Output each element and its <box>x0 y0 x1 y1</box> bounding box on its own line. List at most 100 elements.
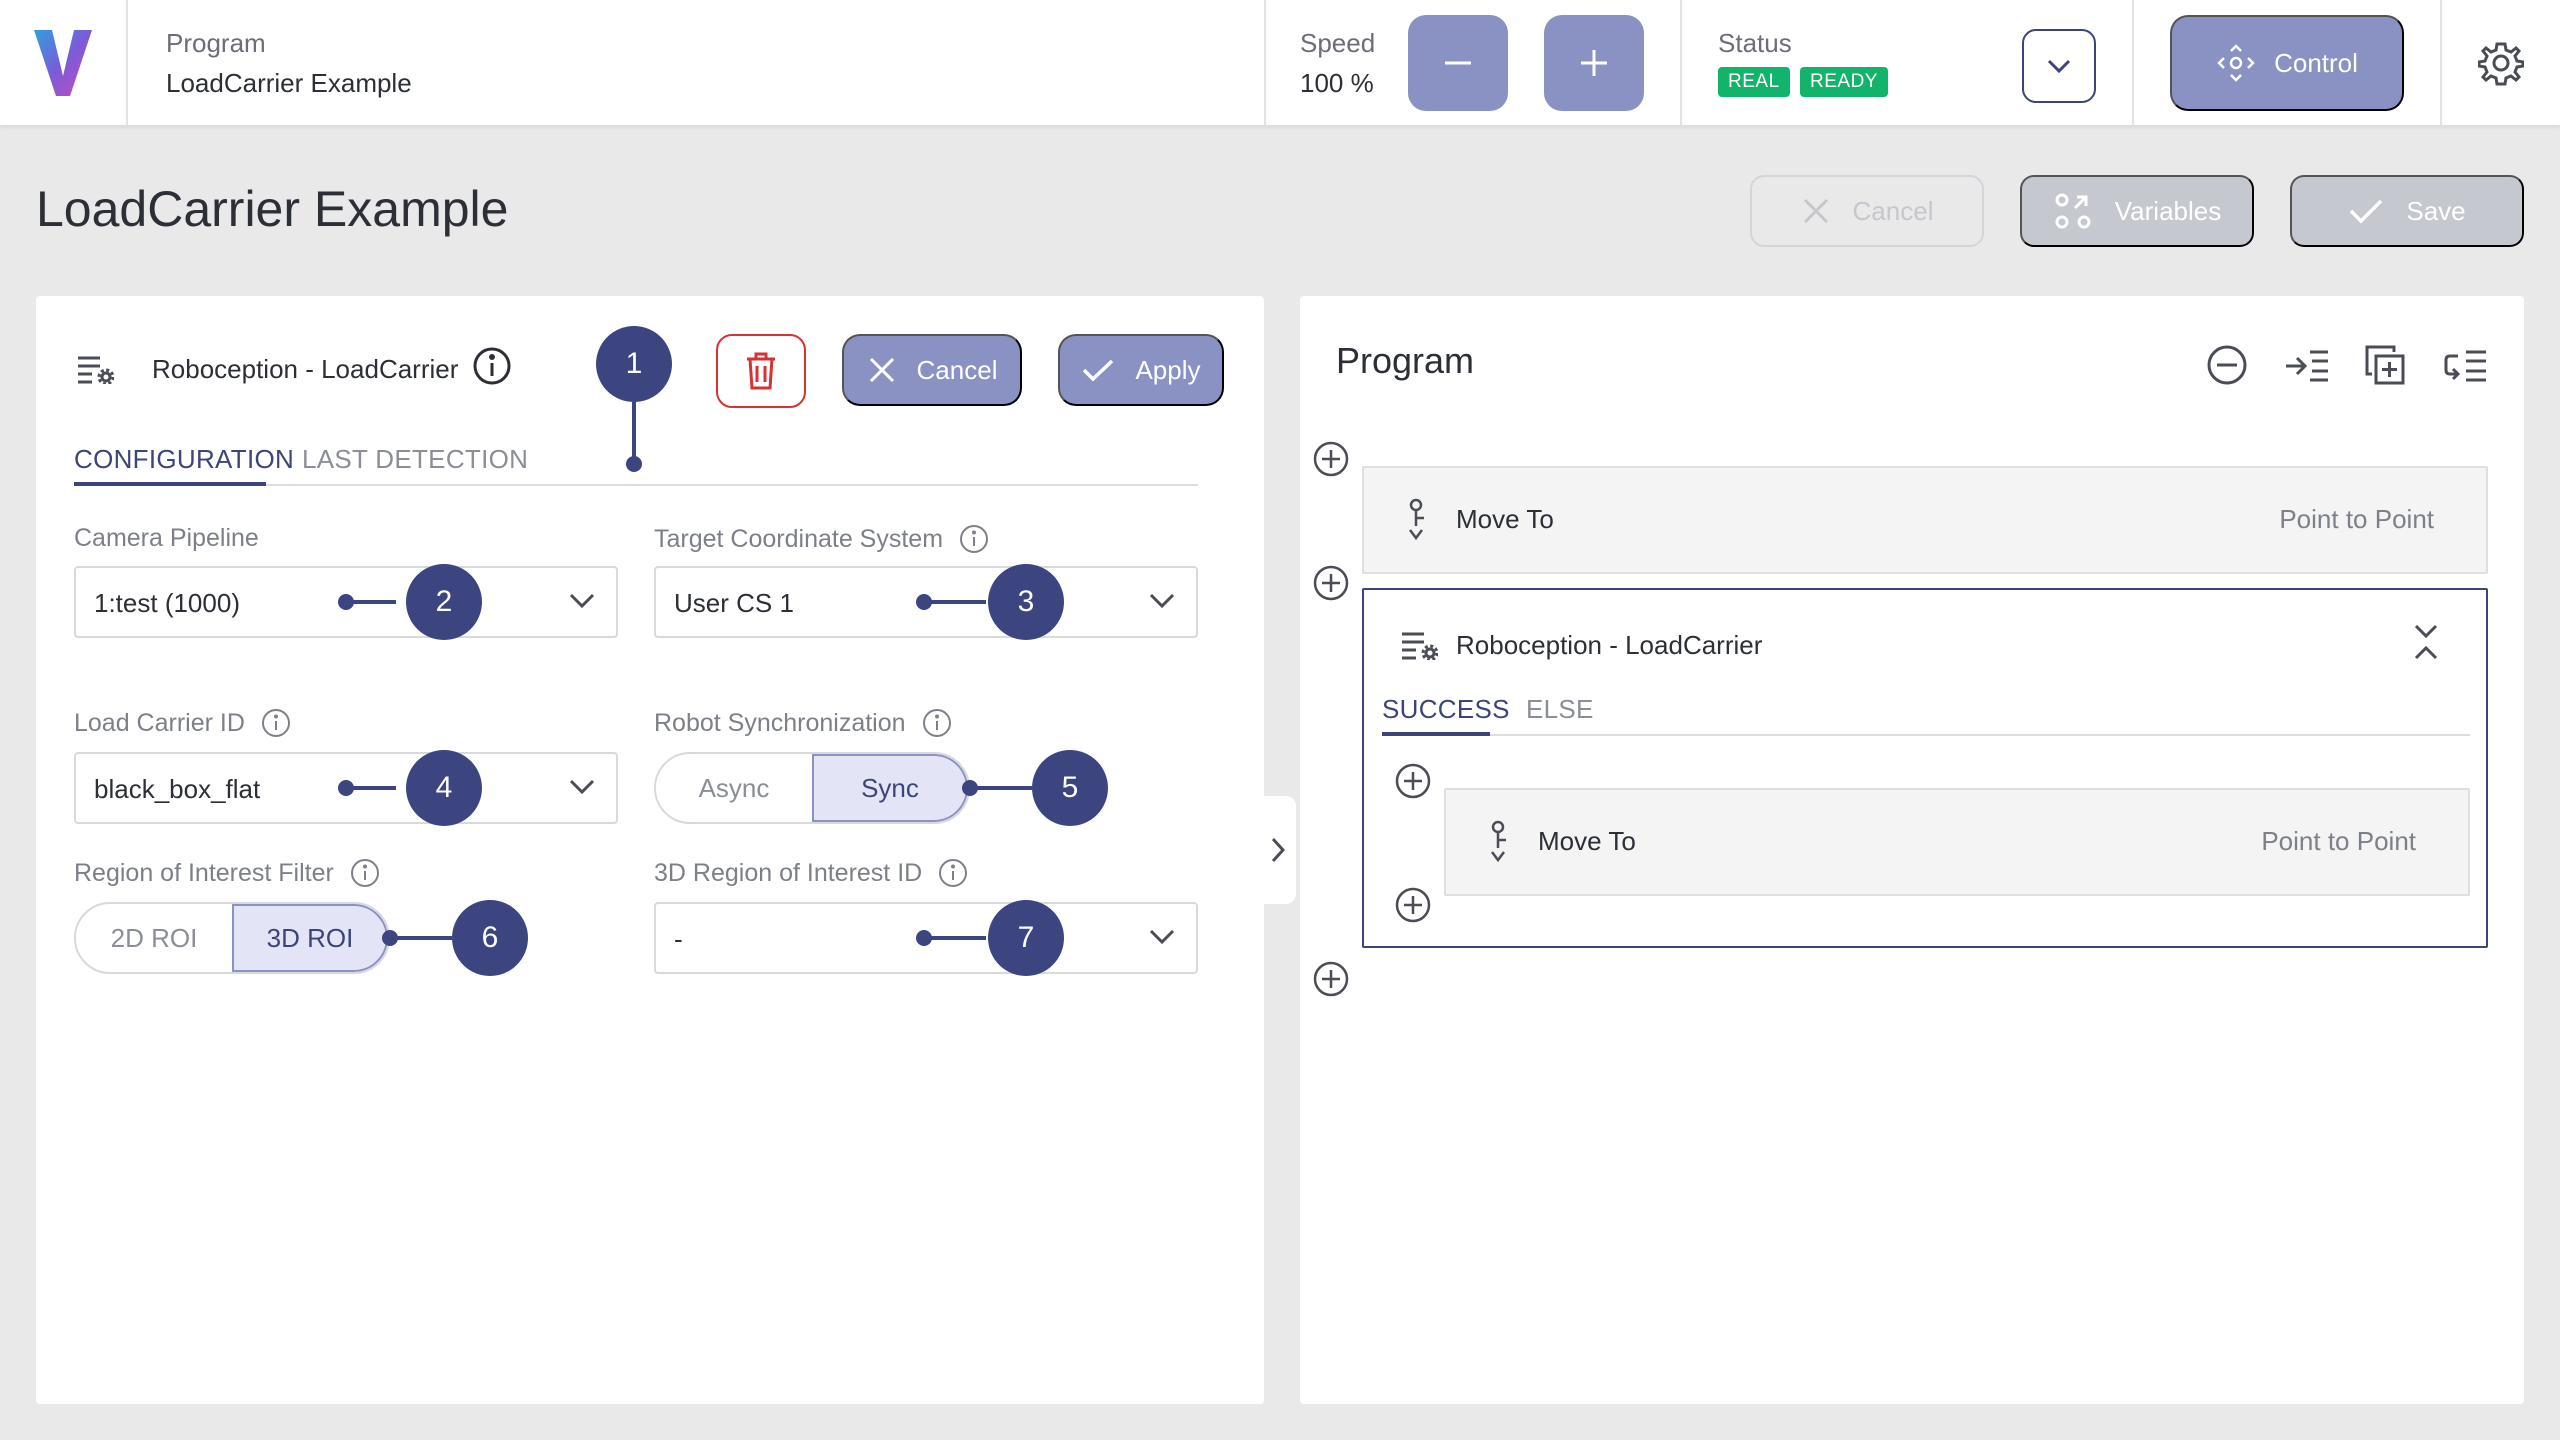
chevron-down-icon <box>1149 593 1175 609</box>
control-button[interactable]: Control <box>2170 15 2404 111</box>
roi-filter-toggle: 2D ROI 3D ROI <box>74 902 390 974</box>
tab-last-detection[interactable]: LAST DETECTION <box>302 444 528 486</box>
step-title: Roboception - LoadCarrier <box>1456 630 1763 660</box>
info-icon[interactable] <box>922 708 952 738</box>
callout-3: 3 <box>988 564 1064 640</box>
tab-success[interactable]: SUCCESS <box>1382 694 1509 736</box>
roi-3d-id-label: 3D Region of Interest ID <box>654 858 968 888</box>
load-carrier-id-label: Load Carrier ID <box>74 708 291 738</box>
speed-decrease-button[interactable] <box>1408 15 1508 111</box>
callout-5-line <box>970 786 1032 790</box>
status-dropdown-button[interactable] <box>2022 29 2096 103</box>
callout-7: 7 <box>988 900 1064 976</box>
node-config-panel: Roboception - LoadCarrier Cancel Apply C… <box>36 296 1264 1404</box>
speed-value: 100 % <box>1300 68 1374 98</box>
header-save-button[interactable]: Save <box>2290 175 2524 247</box>
header-save-label: Save <box>2406 195 2466 226</box>
target-cs-value: User CS 1 <box>674 588 794 618</box>
collapse-icon[interactable] <box>2412 622 2440 662</box>
chevron-down-icon <box>1149 929 1175 945</box>
robot-sync-toggle: Async Sync <box>654 752 970 824</box>
chevron-right-icon <box>1271 837 1286 863</box>
variables-label: Variables <box>2114 195 2222 226</box>
info-icon[interactable] <box>938 858 968 888</box>
delete-node-button[interactable] <box>716 334 806 408</box>
speed-increase-button[interactable] <box>1544 15 1644 111</box>
header-cancel-button[interactable]: Cancel <box>1750 175 1984 247</box>
callout-1: 1 <box>596 326 672 402</box>
roi-filter-label: Region of Interest Filter <box>74 858 380 888</box>
robot-move-icon <box>1409 498 1424 541</box>
check-icon <box>1083 359 1114 382</box>
callout-5: 5 <box>1032 750 1108 826</box>
status-badge-real: REAL <box>1718 67 1790 97</box>
load-carrier-id-value: black_box_flat <box>94 774 261 804</box>
sync-option-async[interactable]: Async <box>656 754 812 822</box>
info-icon[interactable] <box>959 524 989 554</box>
duplicate-icon[interactable] <box>2364 344 2406 386</box>
sync-option-sync[interactable]: Sync <box>811 754 968 822</box>
step-title: Move To <box>1456 504 1554 534</box>
callout-4: 4 <box>406 750 482 826</box>
program-step-move-to[interactable]: Move To Point to Point <box>1444 788 2470 896</box>
status-label: Status <box>1718 28 1792 58</box>
info-icon[interactable] <box>261 708 291 738</box>
roi-3d-id-value: - <box>674 924 683 954</box>
plus-icon <box>1581 50 1607 76</box>
info-icon[interactable] <box>472 346 512 386</box>
node-apply-label: Apply <box>1135 354 1201 385</box>
node-cancel-button[interactable]: Cancel <box>842 334 1022 406</box>
callout-1-line <box>632 402 636 462</box>
callout-4-line <box>346 786 396 790</box>
outdent-icon[interactable] <box>2444 348 2488 384</box>
collapse-all-icon[interactable] <box>2206 344 2248 386</box>
add-step-icon[interactable] <box>1394 886 1432 924</box>
callout-2-line <box>346 600 396 604</box>
callout-6: 6 <box>452 900 528 976</box>
info-icon[interactable] <box>350 858 380 888</box>
target-cs-label: Target Coordinate System <box>654 524 989 554</box>
add-step-icon[interactable] <box>1312 440 1350 478</box>
indent-icon[interactable] <box>2284 348 2330 384</box>
chevron-down-icon <box>569 593 595 609</box>
variables-button[interactable]: Variables <box>2020 175 2254 247</box>
speed-label: Speed <box>1300 28 1376 58</box>
control-label: Control <box>2274 47 2358 78</box>
callout-3-line <box>924 600 986 604</box>
tab-else[interactable]: ELSE <box>1526 694 1594 736</box>
status-badge-ready: READY <box>1800 67 1888 97</box>
step-title: Move To <box>1538 826 1636 856</box>
panel-collapse-handle[interactable] <box>1260 796 1296 904</box>
add-step-icon[interactable] <box>1394 762 1432 800</box>
variables-icon <box>2055 193 2091 229</box>
header-cancel-label: Cancel <box>1852 195 1934 226</box>
tab-configuration[interactable]: CONFIGURATION <box>74 444 294 486</box>
program-panel: Program Move To Point to Point Robocepti… <box>1300 296 2524 1404</box>
minus-icon <box>1445 61 1471 65</box>
callout-7-line <box>924 936 986 940</box>
program-step-move-to[interactable]: Move To Point to Point <box>1362 466 2488 574</box>
program-title: Program <box>1336 340 1475 381</box>
node-title: Roboception - LoadCarrier <box>152 354 459 384</box>
robot-sync-label: Robot Synchronization <box>654 708 952 738</box>
roi-option-3d[interactable]: 3D ROI <box>231 904 388 972</box>
node-settings-icon <box>78 356 114 384</box>
add-step-icon[interactable] <box>1312 960 1350 998</box>
camera-pipeline-label: Camera Pipeline <box>74 524 259 552</box>
program-step-loadcarrier[interactable]: Roboception - LoadCarrier SUCCESS ELSE M… <box>1362 588 2488 948</box>
node-apply-button[interactable]: Apply <box>1058 334 1224 406</box>
chevron-down-icon <box>569 779 595 795</box>
branch-tabs: SUCCESS ELSE <box>1382 694 2470 736</box>
page-title: LoadCarrier Example <box>36 181 509 237</box>
add-step-icon[interactable] <box>1312 564 1350 602</box>
gear-icon[interactable] <box>2478 40 2524 86</box>
node-cancel-label: Cancel <box>916 354 998 385</box>
step-type: Point to Point <box>2279 504 2434 534</box>
robot-move-icon <box>1491 820 1506 863</box>
close-icon <box>1803 198 1828 224</box>
program-name: LoadCarrier Example <box>166 68 412 98</box>
chevron-down-icon <box>2047 59 2071 74</box>
trash-icon <box>747 352 775 390</box>
callout-6-line <box>390 936 452 940</box>
roi-option-2d[interactable]: 2D ROI <box>76 904 232 972</box>
